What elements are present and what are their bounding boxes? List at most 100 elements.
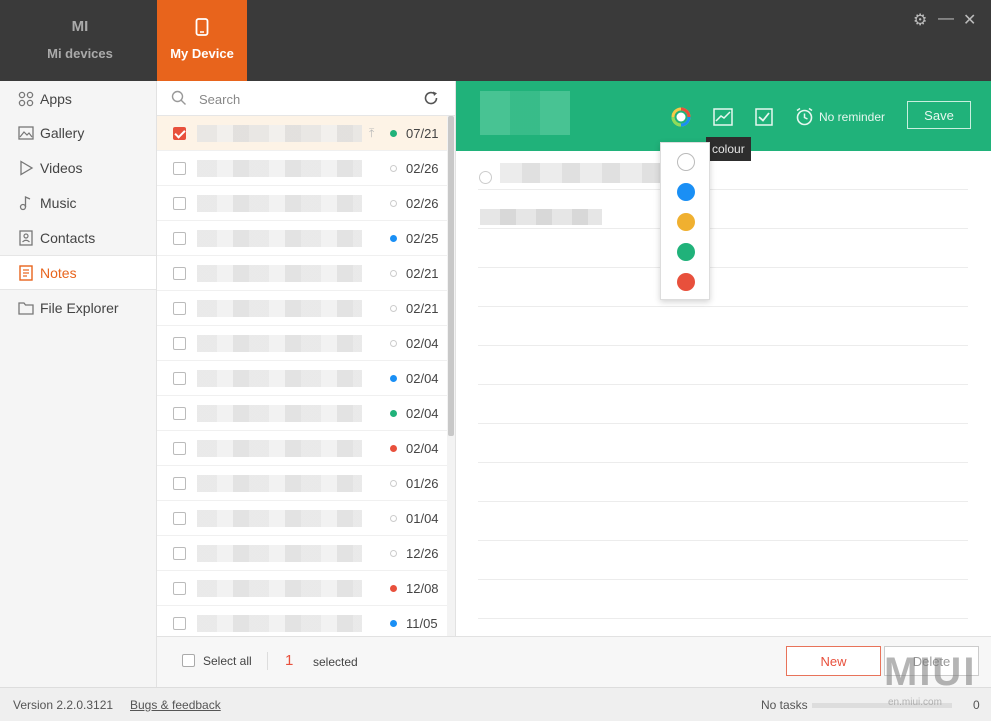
- note-colour-dot: [390, 375, 397, 382]
- note-row[interactable]: 02/26: [157, 186, 447, 221]
- note-colour-dot: [390, 480, 397, 487]
- row-checkbox[interactable]: [173, 582, 186, 595]
- note-row[interactable]: 12/08: [157, 571, 447, 606]
- colour-option-red[interactable]: [677, 273, 695, 291]
- divider: [478, 345, 968, 346]
- note-date: 02/26: [406, 161, 439, 176]
- note-date: 02/21: [406, 301, 439, 316]
- row-checkbox[interactable]: [173, 232, 186, 245]
- note-date: 07/21: [406, 126, 439, 141]
- videos-icon: [17, 159, 35, 177]
- note-row[interactable]: 02/21: [157, 291, 447, 326]
- row-checkbox[interactable]: [173, 512, 186, 525]
- tab-my-device[interactable]: My Device: [157, 0, 247, 81]
- minimize-icon[interactable]: —: [938, 10, 954, 28]
- divider: [478, 501, 968, 502]
- chart-icon[interactable]: [713, 108, 733, 129]
- note-row[interactable]: 01/26: [157, 466, 447, 501]
- note-row[interactable]: 02/04: [157, 361, 447, 396]
- note-title-redacted: [480, 91, 570, 135]
- note-row[interactable]: 12/26: [157, 536, 447, 571]
- note-date: 12/26: [406, 546, 439, 561]
- sidebar-item-label: Videos: [40, 159, 83, 176]
- new-note-button[interactable]: New: [786, 646, 881, 676]
- scrollbar[interactable]: [447, 116, 455, 636]
- row-checkbox[interactable]: [173, 127, 186, 140]
- colour-option-yellow[interactable]: [677, 213, 695, 231]
- note-row[interactable]: 02/25: [157, 221, 447, 256]
- note-text-redacted: [500, 163, 660, 183]
- note-colour-dot: [390, 235, 397, 242]
- note-date: 01/26: [406, 476, 439, 491]
- sidebar-item-gallery[interactable]: Gallery: [0, 115, 156, 150]
- note-row[interactable]: 02/04: [157, 431, 447, 466]
- sidebar-item-apps[interactable]: Apps: [0, 81, 156, 116]
- note-colour-dot: [390, 550, 397, 557]
- notes-icon: [17, 264, 35, 282]
- row-checkbox[interactable]: [173, 162, 186, 175]
- colour-option-white[interactable]: [677, 153, 695, 171]
- row-checkbox[interactable]: [173, 337, 186, 350]
- note-preview-redacted: [197, 300, 362, 317]
- checklist-item-checkbox[interactable]: [479, 171, 492, 184]
- scrollbar-thumb[interactable]: [448, 116, 454, 436]
- sidebar-item-file-explorer[interactable]: File Explorer: [0, 290, 156, 325]
- row-checkbox[interactable]: [173, 407, 186, 420]
- row-checkbox[interactable]: [173, 302, 186, 315]
- save-button[interactable]: Save: [907, 101, 971, 129]
- row-checkbox[interactable]: [173, 617, 186, 630]
- refresh-icon[interactable]: [423, 90, 439, 109]
- status-bar: Version 2.2.0.3121 Bugs & feedback No ta…: [0, 687, 991, 721]
- row-checkbox[interactable]: [173, 372, 186, 385]
- tab-mi-devices[interactable]: MI Mi devices: [35, 0, 125, 81]
- selected-label: selected: [313, 655, 358, 669]
- row-checkbox[interactable]: [173, 547, 186, 560]
- divider: [478, 423, 968, 424]
- notes-list-panel: ⤒ 07/21 02/26 02/26 02/25 02/21 02/21 02/04 02/0…: [157, 81, 456, 641]
- note-row[interactable]: 01/04: [157, 501, 447, 536]
- sidebar: Apps Gallery Videos Music Contacts Notes…: [0, 81, 157, 687]
- note-date: 11/05: [406, 616, 438, 631]
- sidebar-item-notes[interactable]: Notes: [0, 255, 156, 290]
- select-all-label[interactable]: Select all: [203, 654, 252, 668]
- sidebar-item-contacts[interactable]: Contacts: [0, 220, 156, 255]
- note-colour-dot: [390, 620, 397, 627]
- colour-picker-icon[interactable]: [671, 107, 691, 130]
- search-bar: [157, 81, 455, 116]
- divider: [478, 306, 968, 307]
- note-colour-dot: [390, 130, 397, 137]
- row-checkbox[interactable]: [173, 197, 186, 210]
- note-preview-redacted: [197, 615, 362, 632]
- note-preview-redacted: [197, 160, 362, 177]
- note-preview-redacted: [197, 510, 362, 527]
- note-preview-redacted: [197, 265, 362, 282]
- colour-option-green[interactable]: [677, 243, 695, 261]
- row-checkbox[interactable]: [173, 267, 186, 280]
- bugs-feedback-link[interactable]: Bugs & feedback: [130, 698, 221, 712]
- miui-watermark: MIUI: [884, 650, 977, 694]
- row-checkbox[interactable]: [173, 442, 186, 455]
- apps-icon: [17, 90, 35, 108]
- note-row[interactable]: 02/04: [157, 396, 447, 431]
- note-row[interactable]: 02/04: [157, 326, 447, 361]
- note-row[interactable]: 02/26: [157, 151, 447, 186]
- sidebar-item-music[interactable]: Music: [0, 185, 156, 220]
- version-label: Version 2.2.0.3121: [13, 698, 114, 712]
- note-row[interactable]: ⤒ 07/21: [157, 116, 447, 151]
- settings-icon[interactable]: ⚙: [913, 10, 927, 30]
- task-count: 0: [973, 698, 980, 712]
- note-row[interactable]: 02/21: [157, 256, 447, 291]
- row-checkbox[interactable]: [173, 477, 186, 490]
- colour-option-blue[interactable]: [677, 183, 695, 201]
- search-input[interactable]: [199, 89, 419, 109]
- divider: [478, 384, 968, 385]
- phone-icon: [157, 18, 247, 40]
- note-editor: No reminder Save: [456, 81, 991, 636]
- close-icon[interactable]: ✕: [963, 10, 976, 30]
- checklist-icon[interactable]: [755, 108, 773, 129]
- reminder-label[interactable]: No reminder: [819, 110, 885, 124]
- alarm-clock-icon[interactable]: [795, 107, 814, 129]
- note-colour-dot: [390, 515, 397, 522]
- select-all-checkbox[interactable]: [182, 654, 195, 667]
- sidebar-item-videos[interactable]: Videos: [0, 150, 156, 185]
